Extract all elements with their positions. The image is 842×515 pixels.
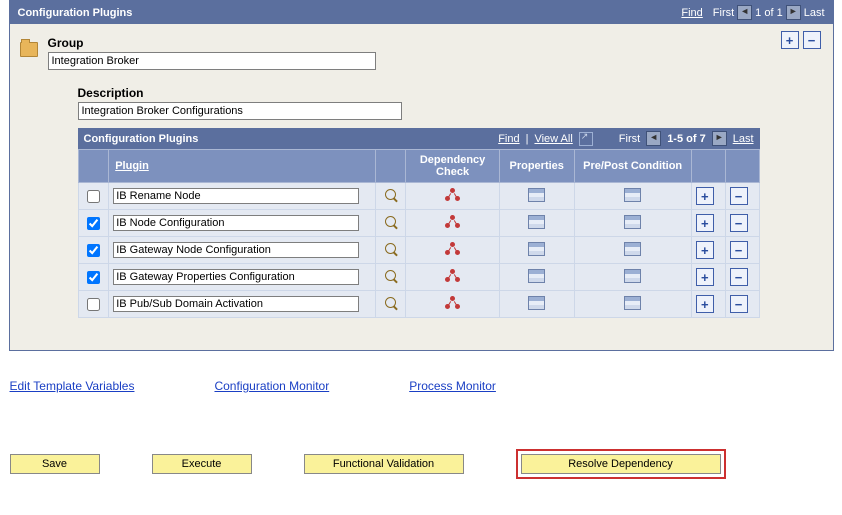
- grid-prev-button[interactable]: ◄: [646, 131, 661, 146]
- lookup-icon[interactable]: [385, 270, 399, 284]
- row-add-button[interactable]: +: [696, 214, 714, 232]
- plugin-name-input[interactable]: [113, 242, 359, 258]
- functional-validation-button[interactable]: Functional Validation: [304, 454, 464, 474]
- grid-popout-icon[interactable]: [579, 132, 593, 146]
- outer-prev-button[interactable]: ◄: [737, 5, 752, 20]
- grid-viewall-link[interactable]: View All: [534, 133, 572, 145]
- row-add-button[interactable]: +: [696, 295, 714, 313]
- dependency-icon[interactable]: [445, 215, 461, 229]
- prepost-icon[interactable]: [624, 242, 641, 256]
- col-prepost: Pre/Post Condition: [574, 150, 691, 183]
- prepost-icon[interactable]: [624, 296, 641, 310]
- panel-title: Configuration Plugins: [18, 7, 133, 19]
- properties-icon[interactable]: [528, 269, 545, 283]
- row-add-button[interactable]: +: [696, 268, 714, 286]
- row-add-button[interactable]: +: [696, 187, 714, 205]
- dependency-icon[interactable]: [445, 269, 461, 283]
- add-row-button[interactable]: +: [781, 31, 799, 49]
- grid-last-link[interactable]: Last: [733, 133, 754, 145]
- plugin-name-input[interactable]: [113, 269, 359, 285]
- grid-header: Configuration Plugins Find | View All Fi…: [78, 128, 760, 149]
- table-row: +−: [78, 237, 759, 264]
- row-delete-button[interactable]: −: [730, 295, 748, 313]
- row-delete-button[interactable]: −: [730, 241, 748, 259]
- resolve-dependency-button[interactable]: Resolve Dependency: [521, 454, 721, 474]
- group-label: Group: [48, 36, 823, 50]
- save-button[interactable]: Save: [10, 454, 100, 474]
- description-label: Description: [78, 86, 823, 100]
- properties-icon[interactable]: [528, 215, 545, 229]
- properties-icon[interactable]: [528, 188, 545, 202]
- lookup-icon[interactable]: [385, 243, 399, 257]
- row-checkbox[interactable]: [87, 217, 100, 230]
- dependency-icon[interactable]: [445, 296, 461, 310]
- properties-icon[interactable]: [528, 296, 545, 310]
- lookup-icon[interactable]: [385, 189, 399, 203]
- grid-range: 1-5 of 7: [667, 133, 706, 145]
- lookup-icon[interactable]: [385, 297, 399, 311]
- grid-title: Configuration Plugins: [84, 133, 199, 145]
- outer-panel-header: Configuration Plugins Find First ◄ 1 of …: [10, 1, 833, 24]
- delete-row-button[interactable]: −: [803, 31, 821, 49]
- row-checkbox[interactable]: [87, 298, 100, 311]
- table-row: +−: [78, 264, 759, 291]
- process-monitor-link[interactable]: Process Monitor: [409, 379, 496, 393]
- dependency-icon[interactable]: [445, 188, 461, 202]
- row-checkbox[interactable]: [87, 190, 100, 203]
- execute-button[interactable]: Execute: [152, 454, 252, 474]
- col-plugin[interactable]: Plugin: [115, 160, 149, 172]
- plugin-name-input[interactable]: [113, 188, 359, 204]
- prepost-icon[interactable]: [624, 269, 641, 283]
- table-row: +−: [78, 183, 759, 210]
- table-row: +−: [78, 210, 759, 237]
- col-dependency: Dependency Check: [406, 150, 499, 183]
- edit-template-variables-link[interactable]: Edit Template Variables: [10, 379, 135, 393]
- outer-first-label: First: [713, 7, 734, 19]
- lookup-icon[interactable]: [385, 216, 399, 230]
- group-input[interactable]: [48, 52, 376, 70]
- plugins-table: Plugin Dependency Check Properties Pre/P…: [78, 149, 760, 318]
- description-input[interactable]: [78, 102, 402, 120]
- prepost-icon[interactable]: [624, 188, 641, 202]
- resolve-highlight: Resolve Dependency: [516, 449, 726, 479]
- table-row: +−: [78, 291, 759, 318]
- properties-icon[interactable]: [528, 242, 545, 256]
- row-checkbox[interactable]: [87, 244, 100, 257]
- plugin-name-input[interactable]: [113, 296, 359, 312]
- folder-icon: [20, 42, 38, 57]
- grid-first-label: First: [619, 133, 640, 145]
- col-properties: Properties: [499, 150, 574, 183]
- outer-position: 1 of 1: [755, 7, 783, 19]
- dependency-icon[interactable]: [445, 242, 461, 256]
- row-delete-button[interactable]: −: [730, 214, 748, 232]
- row-add-button[interactable]: +: [696, 241, 714, 259]
- outer-next-button[interactable]: ►: [786, 5, 801, 20]
- outer-last-label: Last: [804, 7, 825, 19]
- grid-next-button[interactable]: ►: [712, 131, 727, 146]
- grid-find-link[interactable]: Find: [498, 133, 519, 145]
- plugin-name-input[interactable]: [113, 215, 359, 231]
- row-checkbox[interactable]: [87, 271, 100, 284]
- outer-find-link[interactable]: Find: [681, 7, 702, 19]
- configuration-monitor-link[interactable]: Configuration Monitor: [214, 379, 329, 393]
- row-delete-button[interactable]: −: [730, 268, 748, 286]
- prepost-icon[interactable]: [624, 215, 641, 229]
- row-delete-button[interactable]: −: [730, 187, 748, 205]
